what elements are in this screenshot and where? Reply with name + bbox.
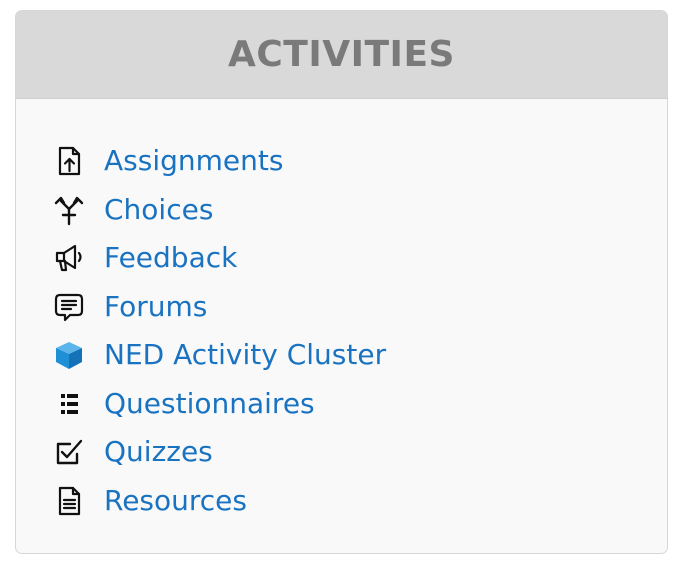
quiz-checkbox-icon: [52, 435, 86, 469]
list-item-ned-activity-cluster[interactable]: NED Activity Cluster: [52, 331, 386, 380]
ned-activity-cluster-link[interactable]: NED Activity Cluster: [104, 341, 386, 369]
resource-document-icon: [52, 484, 86, 518]
feedback-megaphone-icon: [52, 241, 86, 275]
activities-block: ACTIVITIES Assignments Choices Feedback …: [15, 10, 668, 554]
quizzes-link[interactable]: Quizzes: [104, 438, 213, 466]
questionnaire-list-icon: [52, 387, 86, 421]
forums-link[interactable]: Forums: [104, 292, 207, 321]
questionnaires-link[interactable]: Questionnaires: [104, 389, 315, 418]
list-item-resources[interactable]: Resources: [52, 477, 386, 526]
list-item-feedback[interactable]: Feedback: [52, 234, 386, 283]
assignment-upload-icon: [52, 144, 86, 178]
activity-list: Assignments Choices Feedback Forums NED …: [52, 137, 386, 525]
choices-link[interactable]: Choices: [104, 195, 213, 224]
feedback-link[interactable]: Feedback: [104, 244, 237, 272]
block-title: ACTIVITIES: [228, 34, 455, 75]
choice-signpost-icon: [52, 193, 86, 227]
forum-speech-bubble-icon: [52, 290, 86, 324]
list-item-questionnaires[interactable]: Questionnaires: [52, 380, 386, 429]
list-item-quizzes[interactable]: Quizzes: [52, 428, 386, 477]
activity-cluster-cube-icon: [52, 338, 86, 372]
block-header: ACTIVITIES: [16, 11, 667, 99]
assignments-link[interactable]: Assignments: [104, 147, 283, 175]
list-item-forums[interactable]: Forums: [52, 283, 386, 332]
list-item-assignments[interactable]: Assignments: [52, 137, 386, 186]
list-item-choices[interactable]: Choices: [52, 186, 386, 235]
resources-link[interactable]: Resources: [104, 486, 247, 515]
